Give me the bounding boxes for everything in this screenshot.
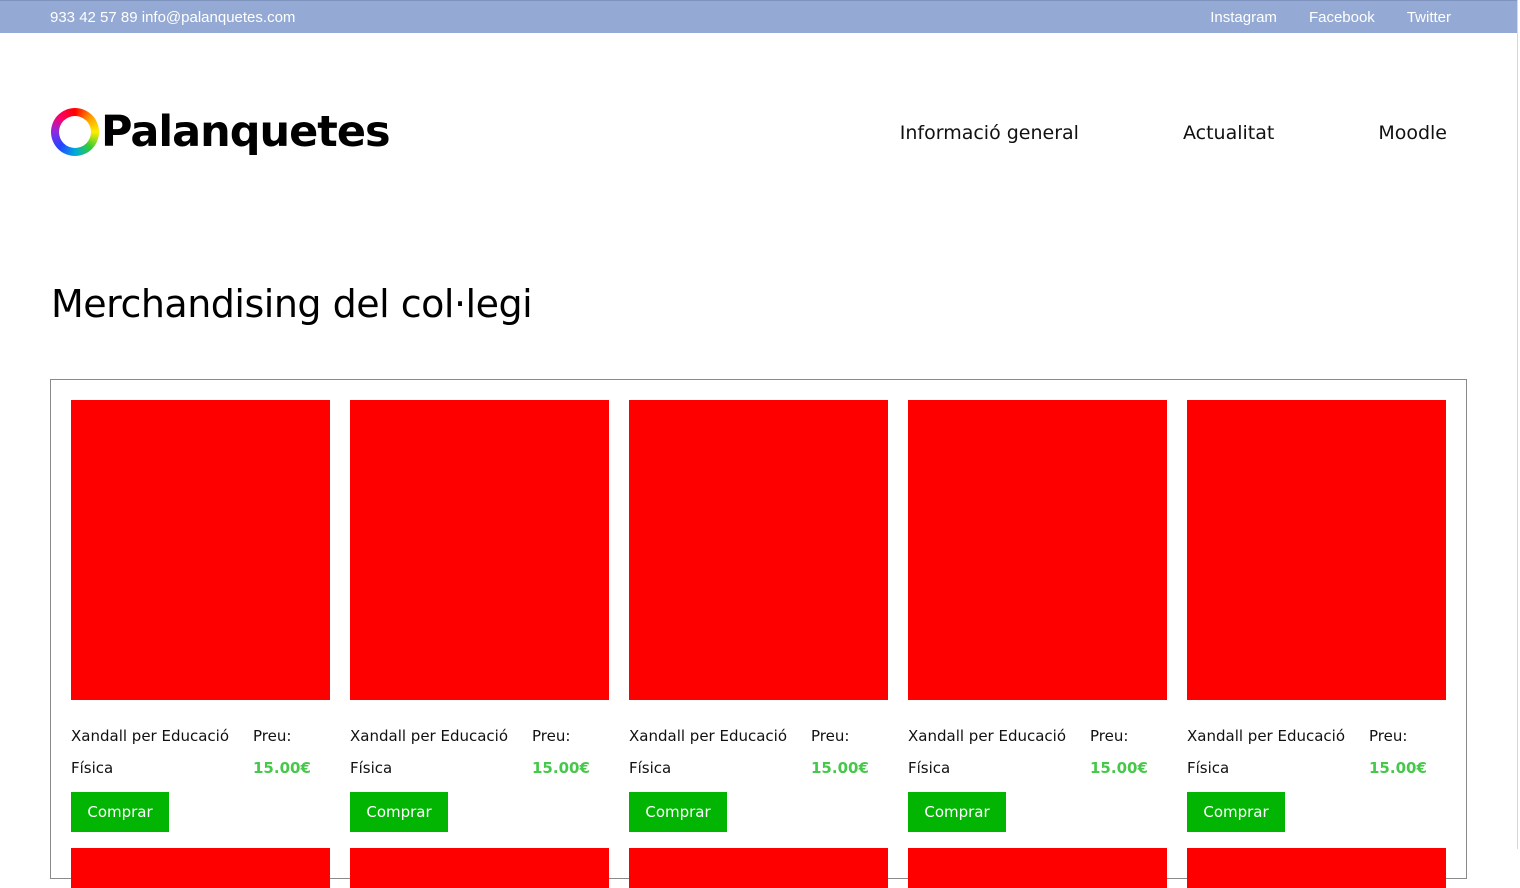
- product-name: Xandall per Educació Física: [1187, 727, 1346, 777]
- product-price: 15.00€: [811, 759, 869, 777]
- color-wheel-ring-icon: [51, 108, 99, 156]
- buy-button[interactable]: Comprar: [71, 792, 169, 832]
- product-image[interactable]: [350, 400, 609, 700]
- main-nav: Informació general Actualitat Moodle: [900, 122, 1447, 144]
- site-logo[interactable]: Palanquetes: [51, 107, 391, 157]
- next-row-product-image[interactable]: [629, 848, 888, 888]
- product-card: Xandall per Educació Física Preu: 15.00€…: [629, 400, 888, 888]
- product-card: Xandall per Educació Física Preu: 15.00€…: [1187, 400, 1446, 888]
- nav-informacio-general[interactable]: Informació general: [900, 122, 1079, 144]
- product-price: 15.00€: [1090, 759, 1148, 777]
- product-card: Xandall per Educació Física Preu: 15.00€…: [350, 400, 609, 888]
- product-info: Xandall per Educació Física Preu: 15.00€: [1187, 700, 1446, 790]
- next-row-product-image[interactable]: [350, 848, 609, 888]
- price-label: Preu:: [1090, 727, 1129, 745]
- next-row-product-image[interactable]: [908, 848, 1167, 888]
- buy-button[interactable]: Comprar: [908, 792, 1006, 832]
- product-image[interactable]: [71, 400, 330, 700]
- product-info: Xandall per Educació Física Preu: 15.00€: [629, 700, 888, 790]
- price-label: Preu:: [253, 727, 292, 745]
- product-info: Xandall per Educació Física Preu: 15.00€: [908, 700, 1167, 790]
- nav-actualitat[interactable]: Actualitat: [1183, 122, 1274, 144]
- site-name: Palanquetes: [101, 107, 391, 157]
- product-info: Xandall per Educació Física Preu: 15.00€: [350, 700, 609, 790]
- product-name: Xandall per Educació Física: [908, 727, 1067, 777]
- twitter-link[interactable]: Twitter: [1407, 9, 1451, 26]
- price-label: Preu:: [532, 727, 571, 745]
- product-price: 15.00€: [253, 759, 311, 777]
- product-grid: Xandall per Educació Física Preu: 15.00€…: [50, 379, 1467, 888]
- product-name: Xandall per Educació Física: [629, 727, 788, 777]
- product-image[interactable]: [1187, 400, 1446, 700]
- nav-moodle[interactable]: Moodle: [1378, 122, 1447, 144]
- contact-info: 933 42 57 89 info@palanquetes.com: [50, 9, 296, 26]
- top-bar: 933 42 57 89 info@palanquetes.com Instag…: [0, 0, 1517, 33]
- buy-button[interactable]: Comprar: [350, 792, 448, 832]
- product-image[interactable]: [908, 400, 1167, 700]
- product-name: Xandall per Educació Física: [71, 727, 230, 777]
- page-title: Merchandising del col·legi: [51, 282, 533, 326]
- facebook-link[interactable]: Facebook: [1309, 9, 1375, 26]
- buy-button[interactable]: Comprar: [1187, 792, 1285, 832]
- buy-button[interactable]: Comprar: [629, 792, 727, 832]
- instagram-link[interactable]: Instagram: [1210, 9, 1277, 26]
- product-price: 15.00€: [532, 759, 590, 777]
- price-label: Preu:: [811, 727, 850, 745]
- next-row-product-image[interactable]: [1187, 848, 1446, 888]
- product-card: Xandall per Educació Física Preu: 15.00€…: [908, 400, 1167, 888]
- product-price: 15.00€: [1369, 759, 1427, 777]
- social-links: Instagram Facebook Twitter: [1210, 9, 1451, 26]
- product-image[interactable]: [629, 400, 888, 700]
- product-card: Xandall per Educació Física Preu: 15.00€…: [71, 400, 330, 888]
- product-name: Xandall per Educació Física: [350, 727, 509, 777]
- price-label: Preu:: [1369, 727, 1408, 745]
- product-info: Xandall per Educació Física Preu: 15.00€: [71, 700, 330, 790]
- next-row-product-image[interactable]: [71, 848, 330, 888]
